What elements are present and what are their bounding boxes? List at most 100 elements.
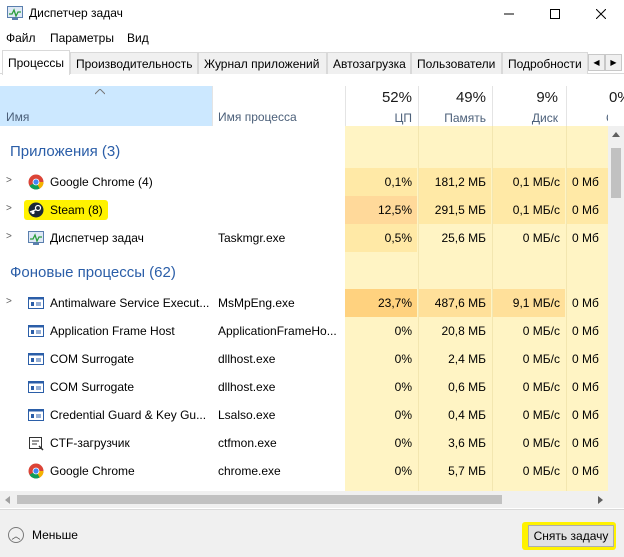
tab-users[interactable]: Пользователи [411, 52, 502, 74]
network-cell: 0 Мб [566, 168, 608, 196]
row-process: dllhost.exe [218, 352, 276, 366]
name-column-header[interactable]: Имя [0, 86, 212, 126]
disk-cell: 0 МБ/с [522, 436, 560, 450]
expand-chevron-icon[interactable]: > [6, 175, 12, 186]
table-row[interactable]: CTF-загрузчик ctfmon.exe 0% 3,6 МБ 0 МБ/… [0, 429, 608, 457]
cpu-cell: 0% [394, 464, 412, 478]
tab-app-history[interactable]: Журнал приложений [198, 52, 327, 74]
memory-cell: 487,6 МБ [418, 289, 491, 317]
horizontal-scroll-thumb[interactable] [17, 495, 502, 504]
vertical-scroll-thumb[interactable] [611, 148, 621, 198]
network-cell: 0 Мб [572, 324, 599, 338]
row-process: Lsalso.exe [218, 408, 276, 422]
vertical-scrollbar[interactable] [608, 126, 624, 491]
disk-cell: 0 МБ/с [522, 380, 560, 394]
expand-chevron-icon[interactable]: > [6, 203, 12, 214]
table-row[interactable]: Application Frame Host ApplicationFrameH… [0, 317, 608, 345]
footer: ︿ Меньше Снять задачу [0, 509, 624, 557]
tab-bar: Процессы Производительность Журнал прило… [0, 50, 624, 75]
memory-cell: 3,6 МБ [448, 436, 486, 450]
cpu-cell: 0,5% [345, 224, 417, 252]
row-name: Application Frame Host [50, 324, 175, 338]
table-row[interactable]: > Antimalware Service Execut... MsMpEng.… [0, 289, 608, 317]
row-name: COM Surrogate [50, 352, 135, 366]
disk-cell: 0 МБ/с [522, 464, 560, 478]
close-button[interactable] [578, 0, 624, 27]
cpu-cell: 0% [394, 436, 412, 450]
row-name: CTF-загрузчик [50, 436, 130, 450]
row-process: ctfmon.exe [218, 436, 277, 450]
table-row[interactable]: > Диспетчер задач Taskmgr.exe 0,5% 25,6 … [0, 224, 608, 252]
disk-cell: 0 МБ/с [522, 324, 560, 338]
cpu-percent: 52% [381, 89, 412, 106]
row-process: MsMpEng.exe [218, 296, 295, 310]
expand-chevron-icon[interactable]: > [6, 296, 12, 307]
memory-cell: 291,5 МБ [418, 196, 491, 224]
memory-cell: 2,4 МБ [448, 352, 486, 366]
expand-chevron-icon[interactable]: > [6, 231, 12, 242]
maximize-button[interactable] [532, 0, 578, 27]
network-cell: 0 Мб [572, 380, 599, 394]
table-row[interactable]: COM Surrogate dllhost.exe 0% 2,4 МБ 0 МБ… [0, 345, 608, 373]
row-name: COM Surrogate [50, 380, 135, 394]
memory-cell: 0,4 МБ [448, 408, 486, 422]
row-process: ApplicationFrameHo... [218, 324, 337, 338]
disk-column-header[interactable]: Диск [492, 111, 558, 125]
cpu-column-header[interactable]: ЦП [345, 111, 412, 125]
tab-processes[interactable]: Процессы [2, 50, 70, 75]
menu-file[interactable]: Файл [6, 31, 36, 45]
menu-view[interactable]: Вид [127, 31, 149, 45]
memory-cell: 25,6 МБ [418, 224, 491, 252]
cpu-cell: 0% [394, 324, 412, 338]
table-row[interactable]: > Google Chrome (4) 0,1% 181,2 МБ 0,1 МБ… [0, 168, 608, 196]
row-name: Steam (8) [50, 203, 103, 217]
process-name-column-header[interactable]: Имя процесса [218, 110, 297, 124]
disk-percent: 9% [536, 89, 558, 106]
chevron-up-icon[interactable]: ︿ [8, 527, 24, 543]
memory-cell: 5,7 МБ [448, 464, 486, 478]
window-title: Диспетчер задач [29, 6, 123, 20]
disk-cell: 0,1 МБ/с [492, 168, 565, 196]
service-icon [28, 381, 44, 393]
network-cell: 0 Мб [566, 224, 608, 252]
less-details-button[interactable]: Меньше [32, 528, 78, 542]
network-cell: 0 Мб [572, 464, 599, 478]
network-cell: 0 Мб [572, 436, 599, 450]
horizontal-scrollbar[interactable] [0, 491, 608, 508]
disk-cell: 0,1 МБ/с [492, 196, 565, 224]
cpu-cell: 0% [394, 408, 412, 422]
memory-column-header[interactable]: Память [418, 111, 486, 125]
disk-cell: 0 МБ/с [522, 352, 560, 366]
tab-performance[interactable]: Производительность [70, 52, 198, 74]
cpu-cell: 0% [394, 352, 412, 366]
scroll-up-icon[interactable] [612, 132, 620, 137]
scroll-right-icon[interactable] [598, 496, 603, 504]
table-row[interactable]: > Steam (8) 12,5% 291,5 МБ 0,1 МБ/с 0 Мб [0, 196, 608, 224]
chrome-icon [28, 174, 44, 190]
network-column-header[interactable]: Сеть [566, 111, 608, 125]
table-row[interactable]: Credential Guard & Key Gu... Lsalso.exe … [0, 401, 608, 429]
chrome-icon [28, 463, 44, 479]
group-apps-title[interactable]: Приложения (3) [10, 143, 120, 160]
memory-percent: 49% [455, 89, 486, 106]
scroll-left-icon[interactable] [5, 496, 10, 504]
steam-icon [28, 202, 44, 218]
tab-scroll-left-icon[interactable]: ◀ [588, 54, 605, 71]
tab-details[interactable]: Подробности [502, 52, 588, 74]
row-name: Google Chrome (4) [50, 175, 153, 189]
tab-startup[interactable]: Автозагрузка [327, 52, 411, 74]
row-name: Credential Guard & Key Gu... [50, 408, 207, 422]
tab-scroll-right-icon[interactable]: ▶ [605, 54, 622, 71]
group-background-title[interactable]: Фоновые процессы (62) [10, 264, 176, 281]
menu-options[interactable]: Параметры [50, 31, 114, 45]
column-header: Имя Имя процесса 52% ЦП 49% Память 9% Ди… [0, 86, 624, 126]
memory-cell: 20,8 МБ [441, 324, 486, 338]
network-cell: 0 Мб [566, 196, 608, 224]
table-row[interactable]: Google Chrome chrome.exe 0% 5,7 МБ 0 МБ/… [0, 457, 608, 485]
cpu-cell: 0,1% [345, 168, 417, 196]
minimize-button[interactable] [486, 0, 532, 27]
end-task-button[interactable]: Снять задачу [528, 525, 614, 547]
ctf-icon [29, 437, 44, 451]
table-row[interactable]: COM Surrogate dllhost.exe 0% 0,6 МБ 0 МБ… [0, 373, 608, 401]
row-process: Taskmgr.exe [218, 231, 286, 245]
